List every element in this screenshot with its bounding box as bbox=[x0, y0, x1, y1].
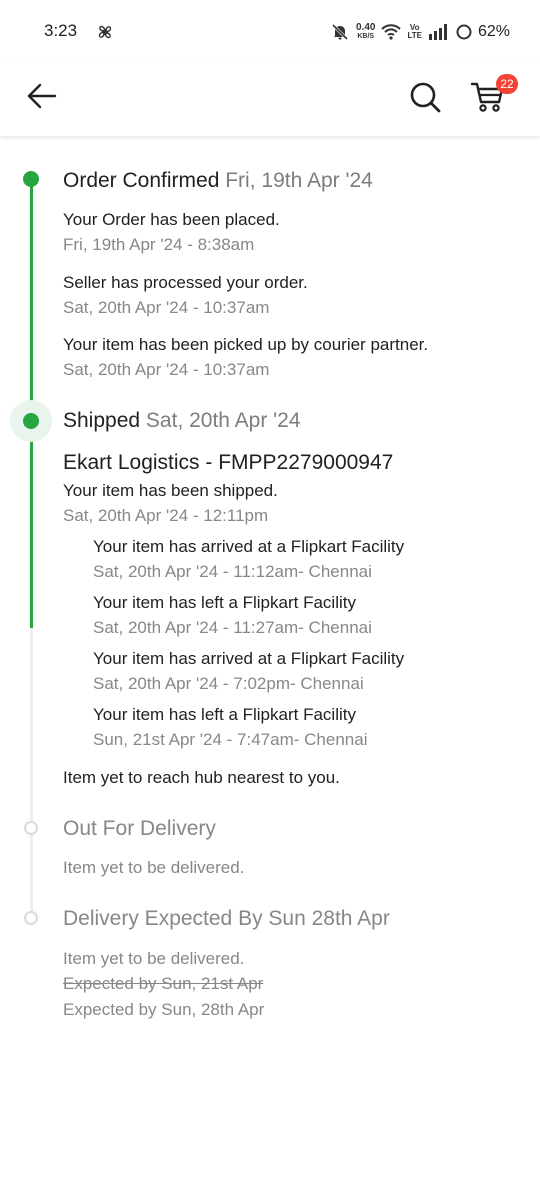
search-icon[interactable] bbox=[406, 78, 444, 116]
wifi-icon bbox=[381, 24, 402, 40]
event-text: Your item has been picked up by courier … bbox=[63, 335, 429, 354]
step-title: Order Confirmed bbox=[63, 169, 220, 192]
step-date: Sat, 20th Apr '24 bbox=[145, 409, 301, 432]
step-title: Shipped bbox=[63, 409, 141, 432]
step-complete-dot bbox=[23, 171, 39, 187]
battery-icon bbox=[456, 24, 472, 40]
event-time: Sat, 20th Apr '24 - 10:37am bbox=[63, 298, 270, 317]
event-text: Your Order has been placed. bbox=[63, 210, 280, 229]
step-note: Item yet to be delivered. bbox=[63, 858, 245, 877]
facility-event-time: Sat, 20th Apr '24 - 11:12am- Chennai bbox=[93, 562, 372, 581]
step-delivery-expected-heading: Delivery Expected By Sun 28th Apr bbox=[63, 907, 390, 930]
courier-tracking-id: Ekart Logistics - FMPP2279000947 bbox=[63, 451, 394, 474]
facility-event-time: Sat, 20th Apr '24 - 7:02pm- Chennai bbox=[93, 674, 364, 693]
arrow-left-icon[interactable] bbox=[24, 78, 60, 114]
volte-indicator: Vo LTE bbox=[407, 24, 422, 40]
notifications-off-icon bbox=[331, 23, 349, 41]
battery-percent: 62% bbox=[477, 23, 510, 40]
event-time: Sat, 20th Apr '24 - 10:37am bbox=[63, 360, 270, 379]
event-text: Seller has processed your order. bbox=[63, 273, 308, 292]
facility-event-text: Your item has arrived at a Flipkart Faci… bbox=[93, 537, 405, 556]
status-icons: 0.40 KB/S Vo LTE 62% bbox=[330, 20, 510, 44]
network-speed-value: 0.40 bbox=[355, 22, 376, 33]
step-order-confirmed-heading: Order Confirmed Fri, 19th Apr '24 bbox=[63, 169, 373, 193]
new-expected-date: Expected by Sun, 28th Apr bbox=[63, 1000, 265, 1019]
step-date: Fri, 19th Apr '24 bbox=[225, 169, 373, 192]
app-bar bbox=[0, 60, 540, 136]
facility-event-text: Your item has arrived at a Flipkart Faci… bbox=[93, 649, 405, 668]
network-speed-unit: KB/S bbox=[357, 33, 375, 40]
old-expected-date: Expected by Sun, 21st Apr bbox=[63, 974, 264, 993]
fan-icon bbox=[98, 25, 112, 39]
step-current-dot bbox=[23, 413, 39, 429]
facility-event-time: Sat, 20th Apr '24 - 11:27am- Chennai bbox=[93, 618, 372, 637]
facility-event-time: Sun, 21st Apr '24 - 7:47am- Chennai bbox=[93, 730, 368, 749]
facility-event-text: Your item has left a Flipkart Facility bbox=[93, 705, 356, 724]
step-note: Item yet to be delivered. bbox=[63, 949, 245, 968]
step-out-for-delivery-heading: Out For Delivery bbox=[63, 817, 216, 840]
event-time: Sat, 20th Apr '24 - 12:11pm bbox=[63, 506, 269, 525]
signal-icon bbox=[428, 24, 447, 40]
facility-event-text: Your item has left a Flipkart Facility bbox=[93, 593, 356, 612]
volte-bottom: LTE bbox=[407, 31, 422, 40]
status-bar: 3:23 0.40 KB/S Vo LTE 62% bbox=[0, 0, 540, 60]
hub-status-note: Item yet to reach hub nearest to you. bbox=[63, 768, 340, 787]
network-speed: 0.40 KB/S bbox=[356, 23, 375, 41]
step-pending-dot bbox=[24, 911, 38, 925]
step-shipped-heading: Shipped Sat, 20th Apr '24 bbox=[63, 409, 301, 433]
cart-count-badge[interactable]: 22 bbox=[496, 74, 518, 94]
status-time: 3:23 bbox=[44, 21, 78, 40]
event-time: Fri, 19th Apr '24 - 8:38am bbox=[63, 235, 255, 254]
timeline-line-pending bbox=[30, 628, 33, 920]
step-pending-dot bbox=[24, 821, 38, 835]
event-text: Your item has been shipped. bbox=[63, 481, 278, 500]
